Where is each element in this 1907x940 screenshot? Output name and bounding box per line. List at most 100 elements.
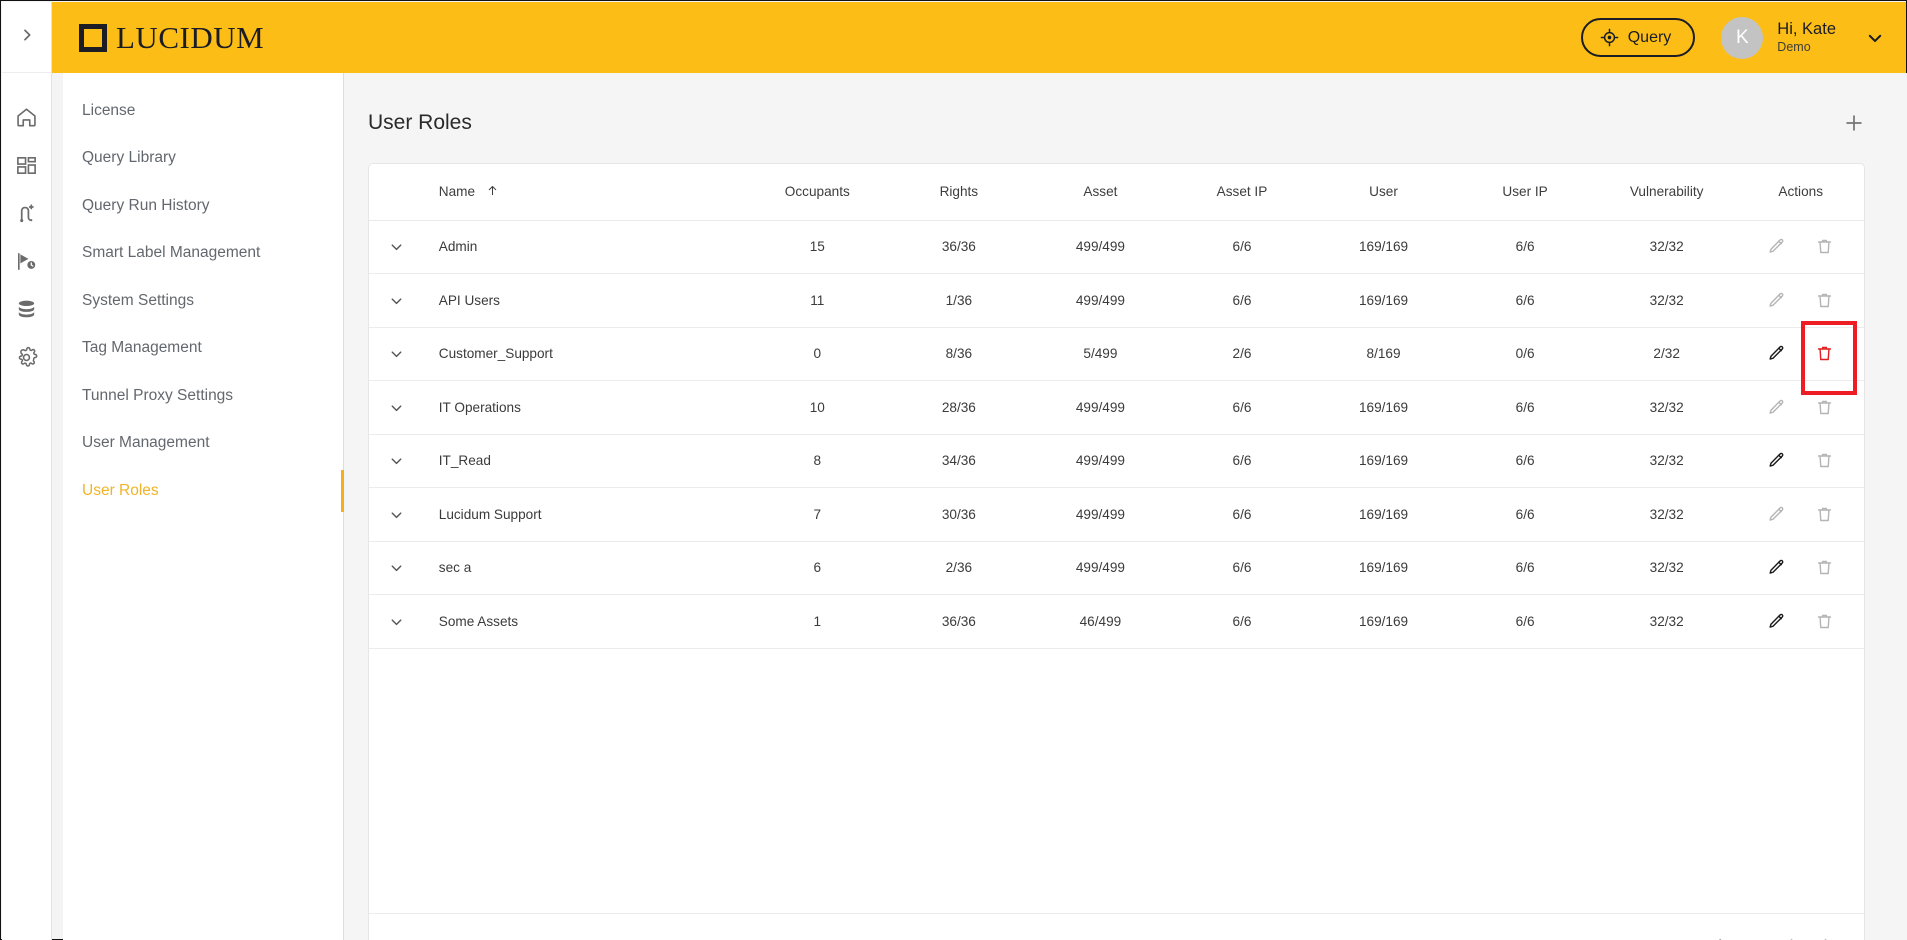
sidebar-item-query-library[interactable]: Query Library <box>63 135 343 183</box>
logo-text: LUCIDUM <box>116 19 265 55</box>
table-row: IT_Read 8 34/36 499/499 6/6 169/169 6/6 32/32 <box>369 434 1864 488</box>
row-expand-toggle[interactable] <box>369 594 425 649</box>
cell-asset-ip: 6/6 <box>1171 594 1313 649</box>
app-root: LUCIDUM Query K Hi, Kate Demo License Qu… <box>0 0 1907 940</box>
cell-name: IT_Read <box>424 434 747 488</box>
sidebar-item-label: Query Run History <box>82 196 210 214</box>
user-info[interactable]: Hi, Kate Demo <box>1777 19 1836 55</box>
cell-actions <box>1737 541 1864 595</box>
rail-item-dashboard[interactable] <box>2 141 51 189</box>
pencil-icon <box>1767 558 1786 577</box>
sidebar-item-system-settings[interactable]: System Settings <box>63 277 343 325</box>
sidebar-item-user-roles[interactable]: User Roles <box>63 467 344 515</box>
cell-name: Lucidum Support <box>424 487 747 542</box>
cell-user-ip: 6/6 <box>1454 541 1596 595</box>
table-row: IT Operations 10 28/36 499/499 6/6 169/169 6/6… <box>369 380 1864 435</box>
rail-item-data-sources[interactable] <box>2 285 51 333</box>
sidebar-expand-toggle[interactable] <box>2 2 51 73</box>
cell-occupants: 15 <box>746 220 889 274</box>
cell-occupants: 0 <box>746 327 889 381</box>
gear-icon <box>15 346 38 369</box>
row-expand-toggle[interactable] <box>369 541 425 595</box>
chevron-down-icon[interactable] <box>1866 29 1884 47</box>
table-row: Lucidum Support 7 30/36 499/499 6/6 169/169 6/… <box>369 487 1864 542</box>
query-button[interactable]: Query <box>1580 18 1696 57</box>
delete-role-button <box>1812 555 1838 581</box>
edit-role-button[interactable] <box>1764 448 1790 474</box>
sidebar-item-tag-management[interactable]: Tag Management <box>63 325 343 373</box>
sidebar-item-tunnel-proxy-settings[interactable]: Tunnel Proxy Settings <box>63 372 343 420</box>
cell-asset: 499/499 <box>1029 541 1172 595</box>
sidebar-item-label: Smart Label Management <box>82 244 261 262</box>
sidebar-item-license[interactable]: License <box>63 87 343 135</box>
brand-logo[interactable]: LUCIDUM <box>79 20 264 56</box>
edit-role-button[interactable] <box>1764 555 1790 581</box>
chevron-down-icon <box>388 452 405 467</box>
cell-name: Admin <box>424 220 747 274</box>
column-header-occupants[interactable]: Occupants <box>746 164 889 221</box>
cell-name: sec a <box>424 541 747 595</box>
row-expand-toggle[interactable] <box>369 273 425 328</box>
chevron-down-icon <box>388 238 405 253</box>
table-header-row: Name Occupants Rights Asset Asset IP Use… <box>369 164 1864 221</box>
data-flow-icon <box>15 202 38 225</box>
cell-occupants: 6 <box>746 541 889 595</box>
avatar[interactable]: K <box>1721 16 1764 59</box>
sidebar-item-label: User Management <box>82 434 210 452</box>
column-header-user-ip[interactable]: User IP <box>1454 164 1596 221</box>
delete-role-button[interactable] <box>1800 320 1857 395</box>
trash-icon <box>1815 291 1834 310</box>
row-expand-toggle[interactable] <box>369 220 425 274</box>
row-expand-toggle[interactable] <box>369 487 425 542</box>
add-role-button[interactable] <box>1839 108 1869 138</box>
icon-rail <box>2 2 52 940</box>
sidebar-item-user-management[interactable]: User Management <box>63 420 343 468</box>
rail-item-settings[interactable] <box>2 333 51 381</box>
rows-per-page-select[interactable]: 25 <box>1615 937 1647 940</box>
rail-item-query-run-history[interactable] <box>2 237 51 285</box>
pagination-next-button[interactable] <box>1808 925 1846 940</box>
trash-icon <box>1815 344 1834 363</box>
row-expand-toggle[interactable] <box>369 434 425 488</box>
edit-role-button[interactable] <box>1764 608 1790 634</box>
trash-icon <box>1815 237 1834 256</box>
target-icon <box>1600 28 1619 47</box>
cell-user-ip: 0/6 <box>1454 327 1596 381</box>
chevron-left-icon <box>1781 936 1798 940</box>
cell-rights: 34/36 <box>888 434 1030 488</box>
sidebar-item-query-run-history[interactable]: Query Run History <box>63 182 343 230</box>
column-header-rights[interactable]: Rights <box>888 164 1030 221</box>
cell-occupants: 8 <box>746 434 889 488</box>
column-header-user[interactable]: User <box>1312 164 1455 221</box>
cell-asset: 499/499 <box>1029 434 1172 488</box>
chevron-right-icon <box>19 27 35 48</box>
cell-rights: 8/36 <box>888 327 1030 381</box>
edit-role-button[interactable] <box>1764 341 1790 367</box>
trash-icon <box>1815 398 1834 417</box>
cell-user-ip: 6/6 <box>1454 487 1596 542</box>
rail-item-home[interactable] <box>2 93 51 141</box>
cell-name: IT Operations <box>424 380 747 435</box>
table-header: Name Occupants Rights Asset Asset IP Use… <box>369 164 1864 221</box>
cell-vulnerability: 32/32 <box>1595 487 1738 542</box>
cell-actions <box>1737 434 1864 488</box>
delete-role-button <box>1812 448 1838 474</box>
column-header-vulnerability[interactable]: Vulnerability <box>1595 164 1738 221</box>
cell-vulnerability: 32/32 <box>1595 220 1738 274</box>
cell-asset-ip: 6/6 <box>1171 434 1313 488</box>
column-header-asset-ip[interactable]: Asset IP <box>1171 164 1313 221</box>
cell-actions <box>1737 487 1864 542</box>
cell-actions <box>1737 220 1864 274</box>
arrow-up-icon <box>486 184 499 200</box>
pencil-icon <box>1767 612 1786 631</box>
column-header-name[interactable]: Name <box>424 164 747 221</box>
rail-item-connections[interactable] <box>2 189 51 237</box>
cell-occupants: 7 <box>746 487 889 542</box>
pagination-prev-button[interactable] <box>1770 925 1808 940</box>
row-expand-toggle[interactable] <box>369 380 425 435</box>
cell-name: API Users <box>424 273 747 328</box>
sidebar-item-smart-label-management[interactable]: Smart Label Management <box>63 230 343 278</box>
trash-icon <box>1815 612 1834 631</box>
row-expand-toggle[interactable] <box>369 327 425 381</box>
column-header-asset[interactable]: Asset <box>1029 164 1172 221</box>
